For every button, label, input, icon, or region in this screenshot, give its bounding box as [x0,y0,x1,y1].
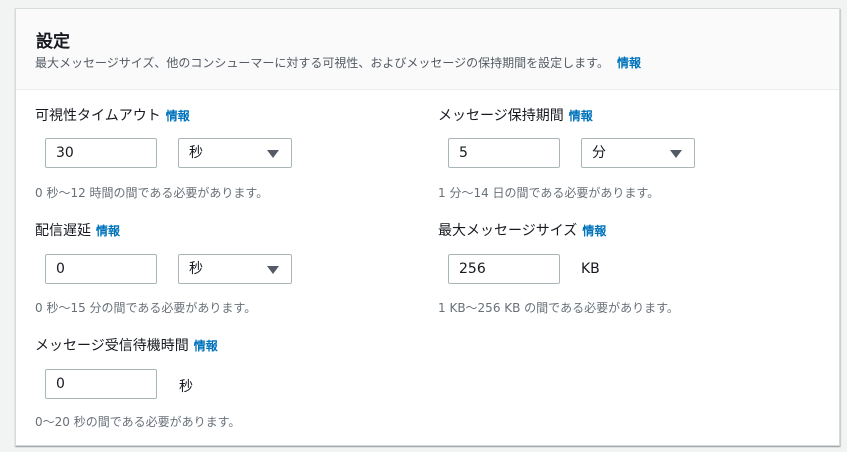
settings-panel: 設定 最大メッセージサイズ、他のコンシューマーに対する可視性、およびメッセージの… [15,8,840,446]
receive-wait-time-label: メッセージ受信待機時間 情報 [35,335,218,355]
max-message-size-label: 最大メッセージサイズ 情報 [438,220,606,240]
visibility-timeout-label-text: 可視性タイムアウト [35,108,161,124]
retention-period-input[interactable] [448,138,560,168]
receive-wait-time-input[interactable] [45,369,157,399]
visibility-timeout-info-link[interactable]: 情報 [166,109,190,123]
max-message-size-label-text: 最大メッセージサイズ [438,223,578,239]
receive-wait-time-label-text: メッセージ受信待機時間 [35,338,189,354]
delivery-delay-unit-value: 秒 [189,261,203,277]
delivery-delay-hint: 0 秒〜15 分の間である必要があります。 [35,301,257,315]
delivery-delay-label-text: 配信遅延 [35,223,91,239]
section-info-link[interactable]: 情報 [617,56,641,70]
receive-wait-time-unit: 秒 [179,379,193,395]
visibility-timeout-unit-select[interactable]: 秒 [178,138,292,168]
visibility-timeout-unit-value: 秒 [189,145,203,161]
section-title: 設定 [36,32,70,52]
max-message-size-input[interactable] [448,254,560,284]
receive-wait-time-hint: 0〜20 秒の間である必要があります。 [35,415,241,429]
max-message-size-unit: KB [581,261,600,277]
max-message-size-hint: 1 KB〜256 KB の間である必要があります。 [438,301,679,315]
visibility-timeout-hint: 0 秒〜12 時間の間である必要があります。 [35,186,269,200]
delivery-delay-unit-select[interactable]: 秒 [178,254,292,284]
delivery-delay-label: 配信遅延 情報 [35,220,120,240]
delivery-delay-info-link[interactable]: 情報 [96,224,120,238]
delivery-delay-input[interactable] [45,254,157,284]
caret-down-icon [267,266,279,274]
section-description-text: 最大メッセージサイズ、他のコンシューマーに対する可視性、およびメッセージの保持期… [35,56,609,70]
retention-period-hint: 1 分〜14 日の間である必要があります。 [438,186,660,200]
caret-down-icon [670,150,682,158]
retention-period-label: メッセージ保持期間 情報 [438,105,593,125]
retention-period-unit-select[interactable]: 分 [581,138,695,168]
caret-down-icon [267,150,279,158]
settings-header: 設定 最大メッセージサイズ、他のコンシューマーに対する可視性、およびメッセージの… [16,9,839,90]
section-description: 最大メッセージサイズ、他のコンシューマーに対する可視性、およびメッセージの保持期… [35,54,641,71]
retention-period-info-link[interactable]: 情報 [569,109,593,123]
retention-period-unit-value: 分 [592,145,606,161]
max-message-size-info-link[interactable]: 情報 [582,224,606,238]
receive-wait-time-info-link[interactable]: 情報 [194,339,218,353]
retention-period-label-text: メッセージ保持期間 [438,108,564,124]
visibility-timeout-input[interactable] [45,138,157,168]
visibility-timeout-label: 可視性タイムアウト 情報 [35,105,190,125]
